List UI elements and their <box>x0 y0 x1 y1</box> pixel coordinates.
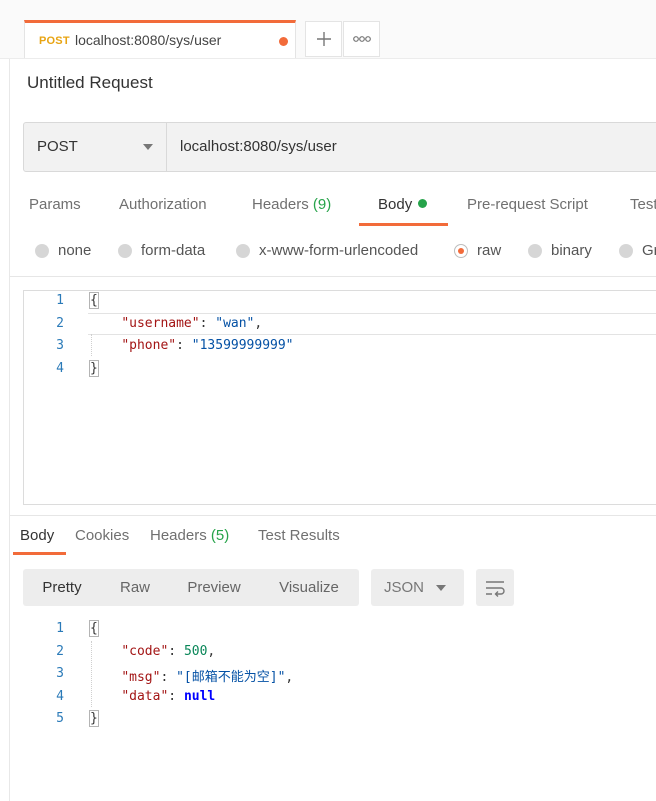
radio-icon <box>619 243 633 258</box>
code-brace: { <box>89 292 99 309</box>
radio-icon <box>528 243 542 258</box>
tab-headers-count: (9) <box>312 196 332 213</box>
tab-headers[interactable]: Headers (9) <box>252 196 331 213</box>
radio-icon <box>236 243 250 258</box>
json-value: 500 <box>183 644 208 659</box>
url-input-value: localhost:8080/sys/user <box>180 138 337 155</box>
url-input[interactable]: localhost:8080/sys/user <box>166 122 656 172</box>
json-value: "wan" <box>215 316 255 331</box>
more-icon <box>352 36 371 42</box>
method-select-value: POST <box>37 138 78 155</box>
view-raw-button[interactable]: Raw <box>101 569 169 606</box>
code-brace: } <box>89 360 99 377</box>
code-line: 2 "code": 500, <box>0 641 656 663</box>
json-key: "msg" <box>121 670 161 685</box>
section-divider <box>10 276 656 277</box>
code-brace: } <box>89 710 99 727</box>
body-type-form-data[interactable]: form-data <box>118 242 205 259</box>
json-key: "data" <box>121 689 169 704</box>
line-number: 3 <box>56 338 64 353</box>
plus-icon <box>316 32 331 46</box>
body-type-binary[interactable]: binary <box>528 242 592 259</box>
new-tab-button[interactable] <box>305 21 342 57</box>
view-visualize-button[interactable]: Visualize <box>259 569 359 606</box>
code-line: 2 "username": "wan", <box>0 313 656 335</box>
tab-headers-label: Headers <box>252 196 309 213</box>
response-format-select[interactable]: JSON <box>371 569 464 606</box>
response-tab-test-results[interactable]: Test Results <box>258 527 340 544</box>
code-line: 3 "msg": "[邮箱不能为空]", <box>0 663 656 685</box>
response-tab-headers[interactable]: Headers (5) <box>150 527 229 544</box>
response-divider <box>10 515 656 516</box>
body-type-raw[interactable]: raw <box>454 242 501 259</box>
chevron-down-icon <box>436 585 446 591</box>
view-pretty-button[interactable]: Pretty <box>23 569 101 606</box>
tab-tests[interactable]: Tests <box>630 196 656 213</box>
tab-params[interactable]: Params <box>29 196 81 213</box>
radio-selected-icon <box>454 243 468 258</box>
body-type-graphql-label: GraphQL <box>642 242 656 259</box>
body-type-raw-label: raw <box>477 242 502 259</box>
tab-strip: POST localhost:8080/sys/user <box>0 0 656 59</box>
json-value: "[邮箱不能为空]" <box>176 670 286 685</box>
active-tab-indicator <box>359 223 448 226</box>
radio-icon <box>35 243 49 258</box>
wrap-lines-button[interactable] <box>476 569 514 606</box>
code-brace: { <box>89 620 99 637</box>
method-select[interactable]: POST <box>23 122 167 172</box>
line-number: 2 <box>56 316 64 331</box>
wrap-lines-icon <box>486 580 505 597</box>
tab-authorization[interactable]: Authorization <box>119 196 207 213</box>
line-number: 2 <box>56 644 64 659</box>
body-type-urlencoded[interactable]: x-www-form-urlencoded <box>236 242 418 259</box>
json-key: "username" <box>121 316 200 331</box>
body-type-binary-label: binary <box>551 242 592 259</box>
unsaved-dot-icon <box>279 37 288 46</box>
body-type-none[interactable]: none <box>35 242 91 259</box>
tab-body-label: Body <box>378 196 413 213</box>
response-tab-cookies[interactable]: Cookies <box>75 527 129 544</box>
line-number: 1 <box>56 621 64 636</box>
view-preview-button[interactable]: Preview <box>169 569 259 606</box>
request-tab[interactable]: POST localhost:8080/sys/user <box>24 20 296 58</box>
tab-url-label: localhost:8080/sys/user <box>75 32 222 48</box>
response-view-mode-group: Pretty Raw Preview Visualize <box>23 569 359 606</box>
json-value: null <box>183 689 216 704</box>
code-line: 3 "phone": "13599999999" <box>0 335 656 357</box>
body-type-graphql[interactable]: GraphQL <box>619 242 656 259</box>
request-title[interactable]: Untitled Request <box>27 73 153 93</box>
code-line: 4 "data": null <box>0 686 656 708</box>
response-format-value: JSON <box>384 579 425 596</box>
line-number: 5 <box>56 711 64 726</box>
chevron-down-icon <box>143 144 153 150</box>
line-number: 4 <box>56 361 64 376</box>
json-key: "code" <box>121 644 169 659</box>
code-line: 5 } <box>0 708 656 730</box>
line-number: 3 <box>56 666 64 681</box>
line-number: 4 <box>56 689 64 704</box>
code-line: 1 { <box>0 618 656 640</box>
body-type-form-data-label: form-data <box>141 242 206 259</box>
response-active-tab-indicator <box>13 552 66 555</box>
body-type-urlencoded-label: x-www-form-urlencoded <box>259 242 419 259</box>
response-tab-headers-label: Headers <box>150 527 207 544</box>
tab-body[interactable]: Body <box>378 196 428 213</box>
tab-method-label: POST <box>39 35 70 47</box>
response-tab-headers-count: (5) <box>210 527 230 544</box>
code-line: 1 { <box>0 290 656 312</box>
radio-icon <box>118 243 132 258</box>
json-value: "13599999999" <box>191 338 294 353</box>
code-line: 4 } <box>0 358 656 380</box>
body-type-none-label: none <box>58 242 92 259</box>
response-tab-body[interactable]: Body <box>20 527 54 544</box>
line-number: 1 <box>56 293 64 308</box>
tab-pre-request-script[interactable]: Pre-request Script <box>467 196 588 213</box>
json-key: "phone" <box>121 338 177 353</box>
body-indicator-icon <box>418 199 428 208</box>
more-tabs-button[interactable] <box>343 21 380 57</box>
